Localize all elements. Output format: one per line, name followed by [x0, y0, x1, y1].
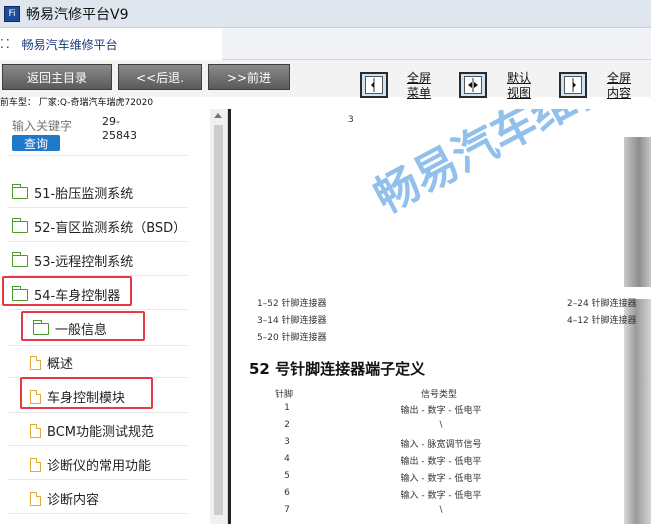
component-photo	[624, 299, 651, 524]
window-titlebar: Fi 畅易汽修平台V9	[0, 0, 651, 28]
connector-label: 1–52 针脚连接器	[257, 299, 327, 309]
default-view-button[interactable]	[459, 72, 487, 98]
tree-item-remote-control[interactable]: 53-远程控制系统	[11, 251, 134, 270]
divider	[8, 241, 188, 242]
table-cell-signal: 输出 - 数字 - 低电平	[400, 406, 482, 416]
tree-item-label: 53-远程控制系统	[34, 255, 134, 270]
scroll-up-icon[interactable]	[214, 113, 222, 118]
table-cell-pin: 2	[284, 420, 290, 430]
table-cell-pin: 3	[284, 437, 290, 447]
sidebar-scrollbar[interactable]	[210, 109, 227, 524]
toolbar: 返回主目录 <<后退. >>前进 全屏 菜单 默认 视图 全屏 内容	[0, 60, 651, 100]
table-header-pin: 针脚	[275, 390, 294, 400]
connector-label: 5–20 针脚连接器	[257, 333, 327, 343]
tab-drag-icon: ⁚⁚	[0, 37, 12, 51]
divider	[8, 207, 188, 208]
default-view-label[interactable]: 默认 视图	[507, 71, 531, 101]
fullscreen-content-label-bottom: 内容	[607, 86, 632, 100]
back-button[interactable]: <<后退.	[118, 64, 202, 90]
search-button[interactable]: 查询	[12, 135, 60, 151]
default-view-label-bottom: 视图	[507, 86, 532, 100]
fullscreen-menu-label-bottom: 菜单	[407, 86, 432, 100]
tree-item-label: 诊断内容	[47, 493, 100, 508]
fullscreen-menu-button[interactable]	[360, 72, 388, 98]
file-icon	[30, 423, 41, 438]
divider	[8, 155, 188, 156]
vehicle-status: 前车型： 厂家:Q-奇瑞汽车瑞虎72020	[0, 98, 154, 108]
tree-item-label: 51-胎压监测系统	[34, 187, 134, 202]
divider	[8, 445, 188, 446]
table-cell-pin: 1	[284, 403, 290, 413]
forward-button[interactable]: >>前进	[208, 64, 290, 90]
default-view-label-top: 默认	[507, 71, 532, 85]
tree-item-label: BCM功能测试规范	[47, 425, 154, 440]
fullscreen-content-label[interactable]: 全屏 内容	[607, 71, 631, 101]
table-cell-signal: 输出 - 数字 - 低电平	[400, 457, 482, 467]
table-cell-pin: 4	[284, 454, 290, 464]
default-view-icon	[464, 76, 482, 94]
folder-icon	[11, 251, 28, 267]
table-cell-signal: 输入 - 数字 - 低电平	[400, 491, 482, 501]
table-cell-pin: 5	[284, 471, 290, 481]
table-cell-signal: 输入 - 数字 - 低电平	[400, 474, 482, 484]
file-icon	[30, 355, 41, 370]
table-cell-pin: 6	[284, 488, 290, 498]
app-icon: Fi	[4, 5, 20, 22]
file-icon	[30, 491, 41, 506]
sidebar: 29- 25843 查询 51-胎压监测系统 52-盲区监测系统（BSD） 53…	[0, 109, 228, 524]
connector-label: 4–12 针脚连接器	[567, 316, 637, 326]
divider	[8, 479, 188, 480]
back-to-main-button[interactable]: 返回主目录	[2, 64, 112, 90]
tree-item-label: 概述	[47, 357, 74, 372]
section-title: 52 号针脚连接器端子定义	[249, 360, 426, 378]
tree-item-diag-functions[interactable]: 诊断仪的常用功能	[30, 455, 151, 474]
highlight-box	[2, 276, 132, 306]
table-cell-signal: 输入 - 脉宽调节信号	[400, 440, 482, 450]
folder-icon	[11, 183, 28, 199]
tree-item-label: 52-盲区监测系统（BSD）	[34, 221, 187, 236]
divider	[8, 309, 188, 310]
search-result-code-line1: 29-	[102, 115, 120, 128]
tab-bar: ⁚⁚ 畅易汽车维修平台	[0, 28, 651, 60]
document-viewer: 3 1–52 针脚连接器 3–14 针脚连接器 5–20 针脚连接器 2–24 …	[231, 109, 651, 524]
search-result-code-line2: 25843	[102, 129, 137, 142]
search-result-code: 29- 25843	[102, 115, 137, 143]
table-cell-pin: 7	[284, 505, 290, 515]
divider	[8, 513, 188, 514]
file-icon	[30, 457, 41, 472]
page-number: 3	[348, 115, 354, 125]
fullscreen-menu-label[interactable]: 全屏 菜单	[407, 71, 431, 101]
tab-label: 畅易汽车维修平台	[21, 37, 118, 52]
fullscreen-content-icon	[564, 76, 582, 94]
scroll-thumb[interactable]	[214, 125, 223, 515]
tab-main[interactable]: ⁚⁚ 畅易汽车维修平台	[0, 28, 222, 60]
tree-item-label: 诊断仪的常用功能	[47, 459, 152, 474]
fullscreen-menu-label-top: 全屏	[407, 71, 432, 85]
connector-label: 3–14 针脚连接器	[257, 316, 327, 326]
divider	[8, 345, 188, 346]
highlight-box	[21, 311, 145, 341]
table-cell-signal: \	[439, 505, 443, 515]
folder-icon	[11, 217, 28, 233]
divider	[8, 412, 188, 413]
tree-item-blind-spot[interactable]: 52-盲区监测系统（BSD）	[11, 217, 187, 236]
fullscreen-content-label-top: 全屏	[607, 71, 632, 85]
tree-item-overview[interactable]: 概述	[30, 353, 73, 372]
tree-item-diag-content[interactable]: 诊断内容	[30, 489, 99, 508]
fullscreen-content-button[interactable]	[559, 72, 587, 98]
connector-label: 2–24 针脚连接器	[567, 299, 637, 309]
search-input[interactable]	[12, 117, 82, 135]
tree-item-tire-pressure[interactable]: 51-胎压监测系统	[11, 183, 134, 202]
table-cell-signal: \	[439, 420, 443, 430]
tree-item-bcm-test[interactable]: BCM功能测试规范	[30, 421, 154, 440]
highlight-box	[20, 377, 153, 409]
watermark: 畅易汽车维修	[366, 109, 624, 224]
table-header-signal: 信号类型	[421, 390, 458, 400]
window-title: 畅易汽修平台V9	[26, 6, 129, 23]
component-photo	[624, 137, 651, 287]
fullscreen-menu-icon	[365, 76, 383, 94]
